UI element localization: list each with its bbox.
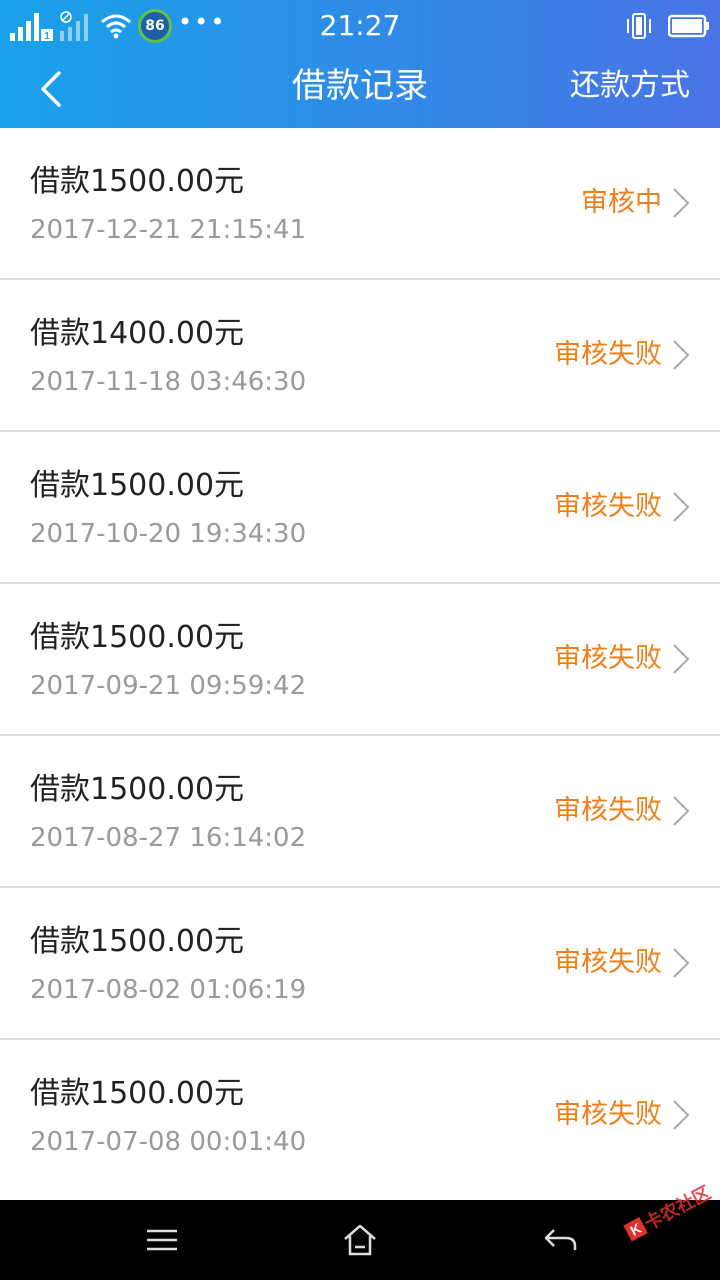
repayment-method-link[interactable]: 还款方式 (570, 66, 690, 106)
status-badge: 审核失败 (554, 491, 662, 522)
loan-time: 2017-08-02 01:06:19 (30, 975, 307, 1005)
loan-amount: 借款1400.00元 (30, 316, 245, 351)
loan-amount: 借款1500.00元 (30, 620, 245, 655)
status-badge: 审核失败 (554, 643, 662, 674)
status-badge: 审核失败 (554, 947, 662, 978)
home-button[interactable] (340, 1220, 380, 1260)
loan-amount: 借款1500.00元 (30, 772, 245, 807)
chevron-right-icon (673, 796, 690, 826)
list-item[interactable]: 借款1500.00元 2017-09-21 09:59:42 审核失败 (0, 584, 720, 736)
loan-time: 2017-08-27 16:14:02 (30, 823, 307, 853)
loan-amount: 借款1500.00元 (30, 924, 245, 959)
loan-time: 2017-11-18 03:46:30 (30, 367, 307, 397)
list-item[interactable]: 借款1400.00元 2017-11-18 03:46:30 审核失败 (0, 280, 720, 432)
loan-time: 2017-09-21 09:59:42 (30, 671, 307, 701)
list-item[interactable]: 借款1500.00元 2017-10-20 19:34:30 审核失败 (0, 432, 720, 584)
status-badge: 审核失败 (554, 795, 662, 826)
nav-bar: 借款记录 还款方式 (0, 52, 720, 128)
status-badge: 审核失败 (554, 339, 662, 370)
svg-text:卡农社区: 卡农社区 (641, 1182, 715, 1235)
list-item[interactable]: 借款1500.00元 2017-12-21 21:15:41 审核中 (0, 128, 720, 280)
back-nav-button[interactable] (540, 1220, 580, 1260)
loan-record-list: 借款1500.00元 2017-12-21 21:15:41 审核中借款1400.0… (0, 128, 720, 1192)
chevron-right-icon (673, 644, 690, 674)
list-item[interactable]: 借款1500.00元 2017-08-02 01:06:19 审核失败 (0, 888, 720, 1040)
system-nav-bar (0, 1200, 720, 1280)
chevron-right-icon (673, 1100, 690, 1130)
status-right (626, 8, 710, 44)
loan-time: 2017-12-21 21:15:41 (30, 215, 307, 245)
loan-amount: 借款1500.00元 (30, 164, 245, 199)
chevron-right-icon (673, 340, 690, 370)
list-item[interactable]: 借款1500.00元 2017-08-27 16:14:02 审核失败 (0, 736, 720, 888)
status-badge: 审核中 (581, 187, 662, 218)
list-item[interactable]: 借款1500.00元 2017-07-08 00:01:40 审核失败 (0, 1040, 720, 1192)
status-time: 21:27 (319, 9, 401, 42)
menu-button[interactable] (142, 1220, 182, 1260)
vibrate-icon (627, 13, 651, 39)
chevron-right-icon (673, 492, 690, 522)
loan-amount: 借款1500.00元 (30, 1076, 245, 1111)
loan-time: 2017-10-20 19:34:30 (30, 519, 307, 549)
chevron-right-icon (673, 948, 690, 978)
chevron-right-icon (673, 188, 690, 218)
loan-time: 2017-07-08 00:01:40 (30, 1127, 307, 1157)
back-arrow-icon (544, 1229, 577, 1250)
loan-amount: 借款1500.00元 (30, 468, 245, 503)
status-badge: 审核失败 (554, 1099, 662, 1130)
status-bar: 1 86 ••• 21:27 (0, 0, 720, 52)
app-header: 1 86 ••• 21:27 借款记录 还款方式 (0, 0, 720, 128)
watermark-logo: K 卡农社区 (623, 1182, 715, 1242)
menu-icon (147, 1229, 177, 1251)
home-icon (344, 1224, 376, 1256)
battery-icon (668, 14, 709, 38)
